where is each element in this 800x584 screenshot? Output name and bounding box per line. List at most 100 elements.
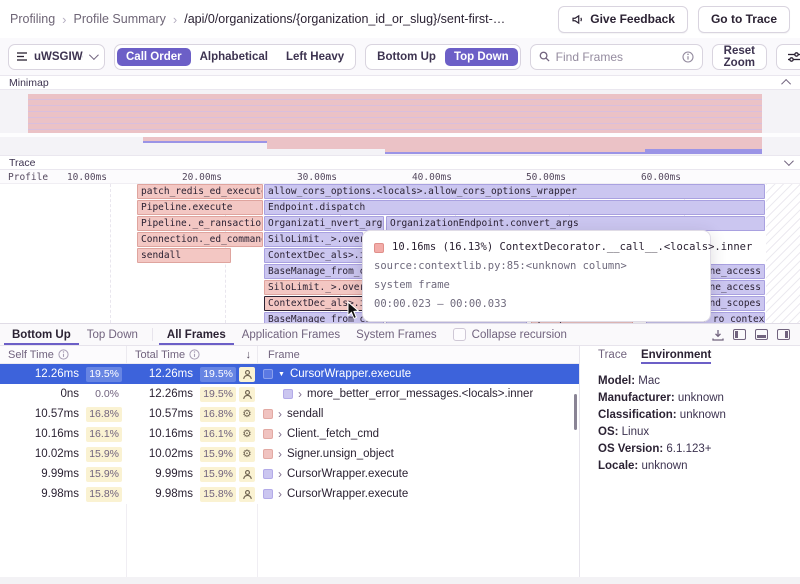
sort-option-alphabetical[interactable]: Alphabetical [191, 48, 277, 66]
self-time-value: 9.98ms [0, 488, 79, 500]
total-time-percent: 15.9% [193, 447, 239, 462]
gridline [110, 184, 111, 323]
direction-option-top-down[interactable]: Top Down [445, 48, 518, 66]
flame-frame[interactable]: ne_access [710, 264, 765, 279]
frame-table-row[interactable]: 12.26ms19.5%12.26ms19.5%▼CursorWrapper.e… [0, 364, 579, 384]
sort-option-left-heavy[interactable]: Left Heavy [277, 48, 353, 66]
caret-right-icon[interactable]: › [278, 488, 282, 500]
thread-selector-dropdown[interactable]: uWSGIWor… [8, 44, 105, 70]
layout-left-panel-icon[interactable] [733, 329, 746, 340]
profiling-flamegraph-page: Profiling › Profile Summary › /api/0/organiz… [0, 0, 800, 584]
frame-table-row[interactable]: 9.98ms15.8%9.98ms15.8%›CursorWrapper.exe… [0, 484, 579, 504]
percent-chip: 19.5% [200, 387, 236, 402]
sort-option-call-order[interactable]: Call Order [117, 48, 191, 66]
gear-icon: ⚙ [239, 427, 255, 442]
flame-frame[interactable]: ContextDec_als>.i [264, 248, 363, 263]
self-time-header[interactable]: Self Time [0, 346, 127, 363]
user-icon [239, 367, 255, 382]
go-to-trace-button[interactable]: Go to Trace [698, 6, 790, 33]
self-time-value: 9.99ms [0, 468, 79, 480]
flame-frame[interactable]: nd_scopes [710, 296, 765, 311]
axis-profile-label: Profile [8, 172, 48, 183]
percent-chip: 19.5% [200, 367, 236, 382]
tab-system-frames[interactable]: System Frames [348, 324, 445, 345]
total-time-percent: 16.1% [193, 427, 239, 442]
detail-field-label: Model: [598, 375, 635, 387]
caret-right-icon[interactable]: › [278, 468, 282, 480]
caret-down-icon[interactable]: ▼ [278, 371, 285, 378]
frame-table-row[interactable]: 10.16ms16.1%10.16ms16.1%⚙›Client._fetch_… [0, 424, 579, 444]
chevron-up-icon[interactable] [781, 79, 791, 89]
tooltip-time-range: 00:00.023 — 00:00.033 [374, 295, 699, 314]
flame-frame[interactable]: Organizati_nvert_args [264, 216, 384, 231]
breadcrumb-item[interactable]: Profiling [10, 12, 55, 26]
flame-frame[interactable]: SiloLimit._>.over [264, 280, 363, 295]
flame-frame[interactable]: SiloLimit._>.over [264, 232, 363, 247]
flame-frame[interactable]: Pipeline.execute [137, 200, 263, 215]
flame-frame[interactable]: ne_access [710, 280, 765, 295]
flame-frame[interactable]: sendall [137, 248, 231, 263]
flame-frame[interactable]: BaseManage_from_c [264, 264, 363, 279]
frame-color-swatch [263, 369, 273, 379]
collapse-recursion-control: Collapse recursion [445, 324, 575, 345]
breadcrumb-item[interactable]: /api/0/organizations/{organization_id_or… [184, 12, 505, 26]
caret-right-icon[interactable]: › [278, 408, 282, 420]
details-tab-trace[interactable]: Trace [598, 346, 627, 364]
direction-segmented-control: Bottom UpTop Down [365, 44, 520, 70]
layout-bottom-panel-icon[interactable] [755, 329, 768, 340]
total-time-value: 9.98ms [127, 488, 193, 500]
minimap-canvas[interactable] [0, 90, 800, 155]
detail-field-label: Classification: [598, 409, 677, 421]
percent-chip: 16.8% [86, 407, 122, 422]
breadcrumb-separator: › [173, 12, 177, 27]
percent-chip: 15.8% [86, 487, 122, 502]
give-feedback-button[interactable]: Give Feedback [558, 6, 688, 33]
chevron-down-icon[interactable] [784, 156, 794, 166]
flame-frame[interactable]: Pipeline._e_ransaction [137, 216, 263, 231]
out-of-range-hatch [766, 184, 800, 323]
reset-zoom-button[interactable]: Reset Zoom [712, 44, 767, 70]
color-coding-dropdown[interactable]: Color Coding [776, 44, 800, 70]
sort-mode-segmented-control: Call OrderAlphabeticalLeft Heavy [114, 44, 356, 70]
caret-right-icon[interactable]: › [278, 448, 282, 460]
table-scrollbar-thumb[interactable] [574, 394, 577, 430]
total-time-header[interactable]: Total Time ↓ [127, 346, 258, 363]
thread-list-icon [17, 52, 28, 61]
breadcrumb-item[interactable]: Profile Summary [74, 12, 166, 26]
frame-table-row[interactable]: 10.02ms15.9%10.02ms15.9%⚙›Signer.unsign_… [0, 444, 579, 464]
flamegraph-canvas[interactable]: patch_redis_ed_executeallow_cors_options… [0, 184, 800, 323]
frame-table-row[interactable]: 10.57ms16.8%10.57ms16.8%⚙›sendall [0, 404, 579, 424]
frame-name-cell: ›Signer.unsign_object [258, 448, 579, 460]
tab-all-frames[interactable]: All Frames [159, 324, 234, 345]
caret-right-icon[interactable]: › [278, 428, 282, 440]
tab-top-down[interactable]: Top Down [79, 324, 146, 345]
download-icon[interactable] [712, 329, 724, 341]
flame-frame[interactable]: patch_redis_ed_execute [137, 184, 263, 199]
horizontal-scrollbar-track[interactable] [0, 577, 800, 584]
axis-tick-label: 50.00ms [506, 172, 566, 183]
tooltip-title: 10.16ms (16.13%) ContextDecorator.__call… [392, 238, 752, 257]
flame-frame[interactable]: allow_cors_options.<locals>.allow_cors_o… [264, 184, 765, 199]
caret-right-icon[interactable]: › [298, 388, 302, 400]
frame-table-row[interactable]: 9.99ms15.9%9.99ms15.9%›CursorWrapper.exe… [0, 464, 579, 484]
go-to-trace-label: Go to Trace [711, 12, 777, 26]
sort-desc-icon[interactable]: ↓ [246, 349, 258, 361]
flame-frame[interactable]: OrganizationEndpoint.convert_args [386, 216, 765, 231]
frame-table-row[interactable]: 0ns0.0%12.26ms19.5%›more_better_error_me… [0, 384, 579, 404]
total-time-value: 9.99ms [127, 468, 193, 480]
flame-frame[interactable]: Endpoint.dispatch [264, 200, 765, 215]
tab-bottom-up[interactable]: Bottom Up [4, 324, 79, 345]
self-time-value: 10.57ms [0, 408, 79, 420]
search-input[interactable] [556, 50, 676, 64]
layout-right-panel-icon[interactable] [777, 329, 790, 340]
details-tab-environment[interactable]: Environment [641, 346, 711, 364]
frame-name: sendall [287, 408, 323, 420]
flame-frame[interactable]: Connection._ed_command [137, 232, 263, 247]
frame-type-cell [239, 367, 258, 382]
collapse-recursion-checkbox[interactable] [453, 328, 466, 341]
direction-option-bottom-up[interactable]: Bottom Up [368, 48, 445, 66]
tab-application-frames[interactable]: Application Frames [234, 324, 348, 345]
percent-chip: 15.9% [86, 467, 122, 482]
detail-field: Locale: unknown [598, 458, 800, 475]
self-time-percent: 15.9% [79, 467, 127, 482]
